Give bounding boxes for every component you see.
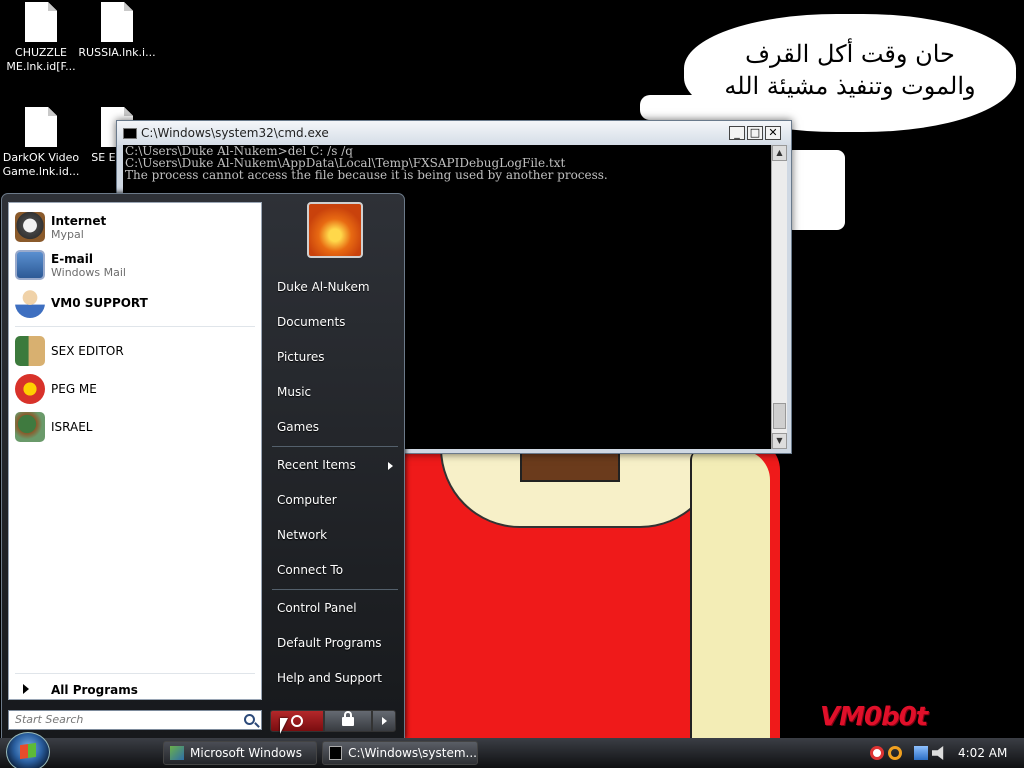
minimize-button[interactable]: _	[729, 126, 745, 140]
shutdown-options-button[interactable]	[372, 710, 396, 732]
windows-icon	[170, 746, 184, 760]
close-button[interactable]: ✕	[765, 126, 781, 140]
arrow-right-icon	[23, 684, 29, 694]
program-label: ISRAEL	[51, 420, 93, 434]
maximize-button[interactable]: □	[747, 126, 763, 140]
console-line: The process cannot access the file becau…	[125, 168, 608, 182]
desktop-icon[interactable]: DarkOK Video Game.lnk.id...	[0, 107, 82, 179]
search-input[interactable]: Start Search	[8, 710, 262, 730]
windows-logo-icon	[20, 742, 36, 760]
wallpaper-arm	[690, 450, 770, 738]
bubble-line: حان وقت أكل القرف	[745, 40, 955, 68]
program-label: PEG ME	[51, 382, 97, 396]
clock[interactable]: 4:02 AM	[958, 746, 1007, 760]
volume-icon[interactable]	[932, 746, 944, 760]
search-placeholder: Start Search	[15, 713, 84, 726]
taskbar-button-cmd[interactable]: C:\Windows\system...	[322, 741, 478, 765]
divider	[15, 326, 255, 327]
user-avatar[interactable]	[307, 202, 363, 258]
power-button[interactable]	[270, 710, 324, 732]
vertical-scrollbar[interactable]: ▲ ▼	[771, 145, 787, 449]
scroll-down-icon[interactable]: ▼	[772, 433, 787, 449]
pinned-vm0-support[interactable]: VM0 SUPPORT	[15, 285, 255, 321]
right-item-documents[interactable]: Documents	[272, 309, 402, 335]
right-item-recent-items[interactable]: Recent Items	[272, 452, 402, 478]
desktop-icon[interactable]: RUSSIA.lnk.i...	[76, 2, 158, 60]
lock-button[interactable]	[324, 710, 372, 732]
file-icon	[25, 2, 57, 42]
cmd-icon	[123, 127, 137, 139]
taskbar: Microsoft Windows C:\Windows\system... 4…	[0, 732, 1024, 768]
support-icon	[15, 288, 45, 318]
all-programs-label: All Programs	[51, 683, 138, 697]
mail-icon	[15, 250, 45, 280]
arrow-right-icon	[388, 462, 393, 470]
globe-icon	[15, 212, 45, 242]
right-item-help-support[interactable]: Help and Support	[272, 665, 402, 691]
pinned-email[interactable]: E-mail Windows Mail	[15, 247, 255, 283]
start-menu-left-pane: Internet Mypal E-mail Windows Mail VM0 SUP…	[8, 202, 262, 700]
divider	[272, 446, 398, 447]
arrow-right-icon	[382, 717, 387, 725]
right-item-computer[interactable]: Computer	[272, 487, 402, 513]
right-item-network[interactable]: Network	[272, 522, 402, 548]
taskbar-button-label: C:\Windows\system...	[348, 746, 477, 760]
pinned-title: Internet	[51, 213, 107, 228]
start-menu: Internet Mypal E-mail Windows Mail VM0 SUP…	[1, 193, 405, 738]
taskbar-button-label: Microsoft Windows	[190, 746, 302, 760]
desktop-icon[interactable]: CHUZZLE ME.lnk.id[F...	[0, 2, 82, 74]
right-item-default-programs[interactable]: Default Programs	[272, 630, 402, 656]
wallpaper-shape	[785, 150, 845, 230]
desktop-icon-label: DarkOK Video Game.lnk.id...	[2, 151, 80, 178]
file-icon	[101, 2, 133, 42]
wallpaper-signature: VM0b0t	[820, 702, 928, 732]
pinned-subtitle: Windows Mail	[51, 265, 126, 279]
pinned-title: VM0 SUPPORT	[51, 296, 148, 310]
desktop: حان وقت أكل القرف والموت وتنفيذ مشيئة ال…	[0, 0, 1024, 738]
taskbar-button-microsoft-windows[interactable]: Microsoft Windows	[163, 741, 317, 765]
israel-icon	[15, 412, 45, 442]
search-icon[interactable]	[888, 746, 902, 760]
pinned-subtitle: Mypal	[51, 227, 84, 241]
bubble-line: والموت وتنفيذ مشيئة الله	[724, 72, 976, 100]
right-item-pictures[interactable]: Pictures	[272, 344, 402, 370]
pinned-title: E-mail	[51, 251, 94, 266]
scroll-thumb[interactable]	[773, 403, 786, 429]
scroll-up-icon[interactable]: ▲	[772, 145, 787, 161]
cmd-title: C:\Windows\system32\cmd.exe	[141, 126, 329, 140]
recent-program[interactable]: PEG ME	[15, 371, 255, 407]
peg-icon	[15, 374, 45, 404]
program-label: SEX EDITOR	[51, 344, 124, 358]
cmd-titlebar[interactable]: C:\Windows\system32\cmd.exe _ □ ✕	[117, 121, 791, 145]
security-alert-icon[interactable]	[870, 746, 884, 760]
file-icon	[25, 107, 57, 147]
right-item-games[interactable]: Games	[272, 414, 402, 440]
recent-program[interactable]: SEX EDITOR	[15, 333, 255, 369]
hex-editor-icon	[15, 336, 45, 366]
all-programs-button[interactable]: All Programs	[15, 681, 255, 699]
right-item-user[interactable]: Duke Al-Nukem	[272, 274, 402, 300]
lock-icon	[342, 711, 354, 726]
right-item-connect-to[interactable]: Connect To	[272, 557, 402, 583]
cmd-icon	[329, 746, 343, 760]
desktop-icon-label: CHUZZLE ME.lnk.id[F...	[6, 46, 76, 73]
search-icon[interactable]	[244, 714, 255, 725]
pinned-internet[interactable]: Internet Mypal	[15, 209, 255, 245]
right-item-music[interactable]: Music	[272, 379, 402, 405]
desktop-icon-label: RUSSIA.lnk.i...	[78, 46, 156, 59]
start-button[interactable]	[6, 732, 50, 768]
network-icon[interactable]	[914, 746, 928, 760]
wallpaper-shape	[520, 452, 620, 482]
system-tray: 4:02 AM	[870, 742, 1024, 764]
speech-bubble: حان وقت أكل القرف والموت وتنفيذ مشيئة ال…	[684, 14, 1016, 132]
divider	[272, 589, 398, 590]
divider	[15, 673, 255, 674]
recent-program[interactable]: ISRAEL	[15, 409, 255, 445]
mouse-cursor-icon	[280, 718, 296, 734]
right-item-control-panel[interactable]: Control Panel	[272, 595, 402, 621]
